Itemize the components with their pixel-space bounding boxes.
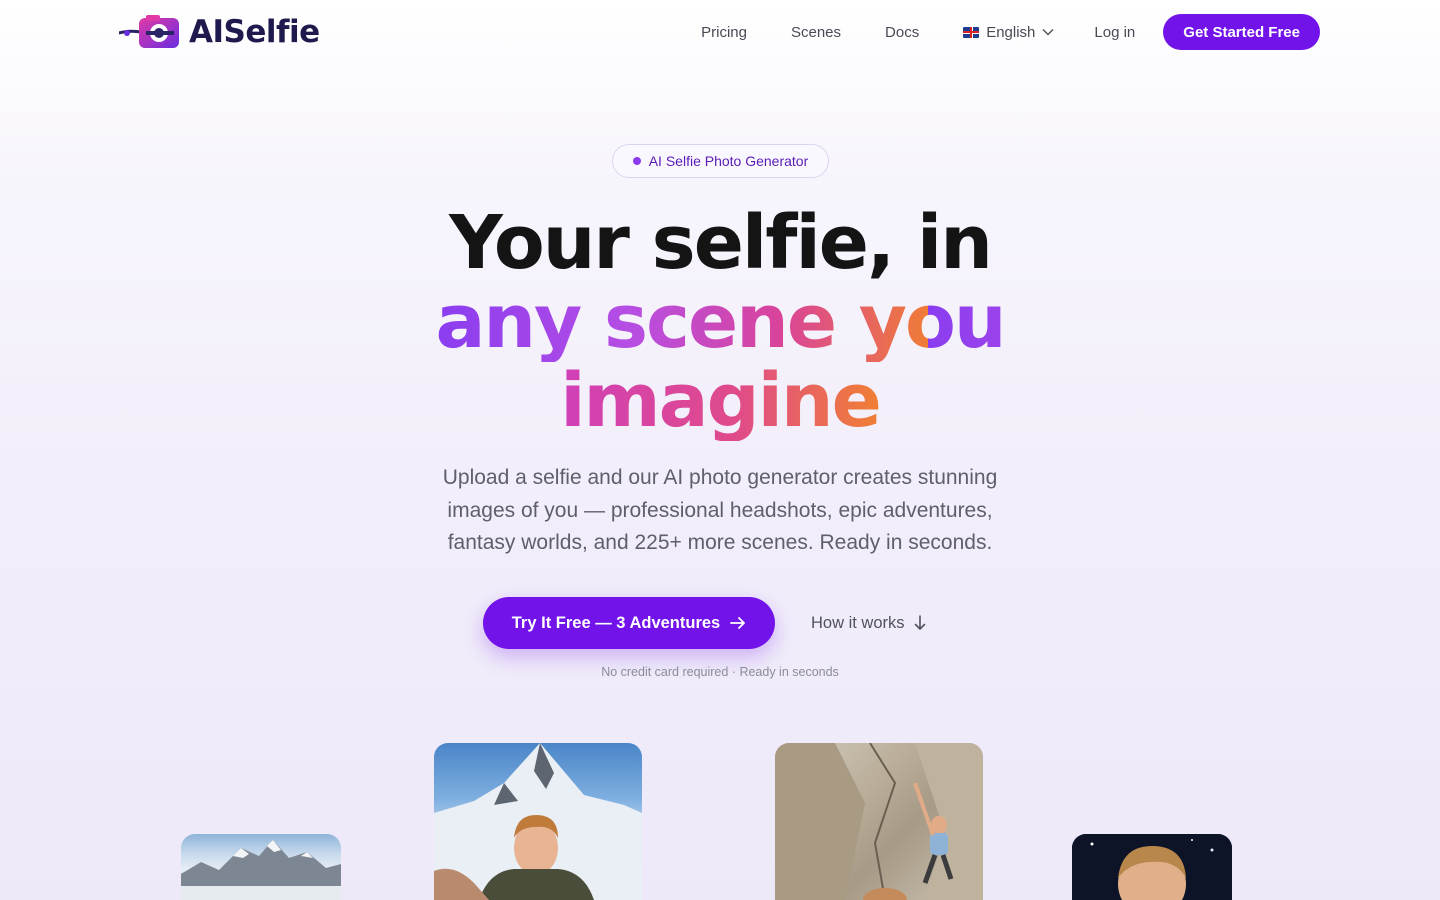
hero-badge: AI Selfie Photo Generator (612, 144, 829, 178)
uk-flag-icon (963, 26, 980, 38)
arrow-right-icon (730, 617, 746, 629)
hero-subtitle: Upload a selfie and our AI photo generat… (442, 466, 998, 554)
top-nav: AISelfie Pricing Scenes Docs English Log… (0, 0, 1440, 64)
brand-name: AISelfie (189, 14, 320, 50)
camera-logo-icon (117, 14, 183, 50)
language-label: English (986, 23, 1036, 41)
photo-rock-climbing-selfie (775, 743, 983, 900)
hero-note: No credit card required · Ready in secon… (601, 665, 839, 679)
nav-link-docs[interactable]: Docs (885, 24, 919, 41)
language-selector[interactable]: English (963, 24, 1054, 41)
badge-label: AI Selfie Photo Generator (648, 153, 809, 169)
hero-title-line2: any scene you (435, 279, 1006, 365)
nav-links: Pricing Scenes Docs English Log in Get S… (701, 14, 1320, 50)
hero-title: Your selfie, in any scene you imagine (0, 204, 1440, 441)
photo-night-scene-selfie (1072, 834, 1232, 900)
how-it-works-link[interactable]: How it works (811, 610, 926, 636)
get-started-button[interactable]: Get Started Free (1163, 14, 1320, 50)
dot-icon (632, 157, 641, 165)
how-it-works-label: How it works (811, 613, 905, 632)
try-free-button[interactable]: Try It Free — 3 Adventures (483, 597, 775, 649)
chevron-down-icon (1042, 28, 1054, 36)
login-link[interactable]: Log in (1094, 24, 1135, 41)
photo-mountain-landscape (181, 834, 341, 900)
nav-link-pricing[interactable]: Pricing (701, 24, 747, 41)
photo-mountain-summit-selfie (434, 743, 642, 900)
arrow-down-icon (914, 615, 925, 630)
hero-title-line3: imagine (560, 358, 882, 444)
hero-title-line1: Your selfie, in (449, 200, 993, 286)
nav-link-scenes[interactable]: Scenes (791, 24, 841, 41)
try-free-label: Try It Free — 3 Adventures (511, 613, 721, 632)
brand-logo[interactable]: AISelfie (117, 14, 320, 50)
